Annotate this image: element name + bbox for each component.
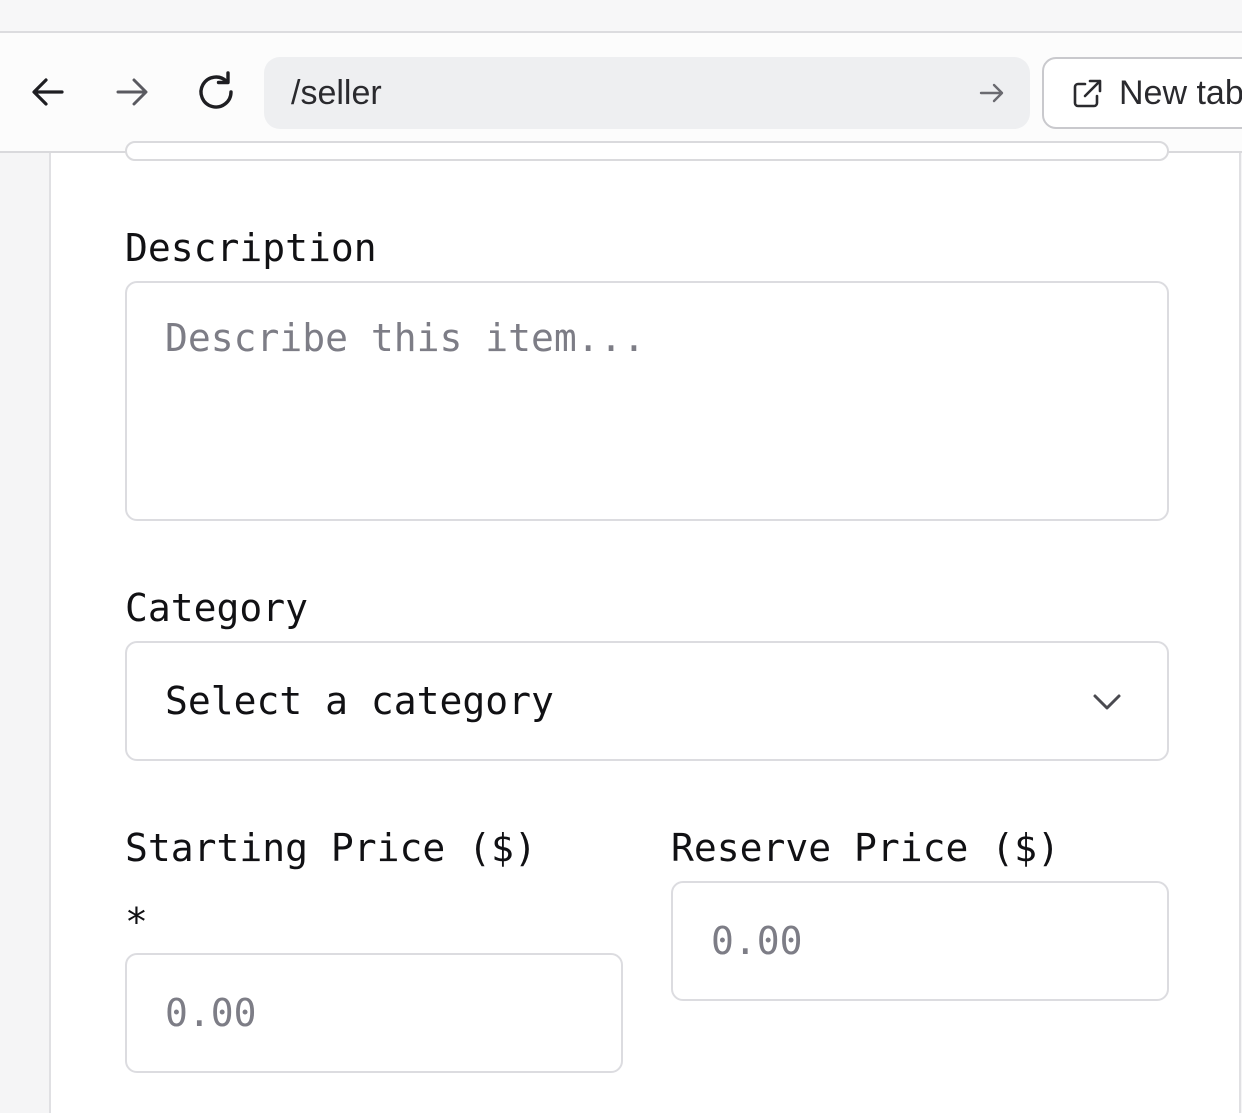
category-select[interactable]: Select a category [125, 641, 1169, 761]
back-button[interactable] [25, 69, 71, 115]
category-label: Category [125, 586, 309, 630]
new-tab-label: New tab [1119, 74, 1242, 112]
starting-price-input[interactable]: 0.00 [125, 953, 623, 1073]
go-button[interactable] [976, 77, 1008, 109]
description-placeholder: Describe this item... [165, 316, 646, 360]
external-link-icon [1073, 79, 1102, 108]
arrow-right-icon [979, 83, 1004, 103]
description-label: Description [125, 226, 377, 270]
reserve-price-label: Reserve Price ($) [671, 826, 1060, 870]
open-in-new-tab-button[interactable]: New tab [1042, 57, 1242, 129]
starting-price-placeholder: 0.00 [165, 991, 257, 1035]
starting-price-label: Starting Price ($) [125, 826, 537, 870]
reserve-price-input[interactable]: 0.00 [671, 881, 1169, 1001]
category-selected-value: Select a category [165, 679, 554, 723]
address-bar[interactable]: /seller [264, 57, 1030, 129]
description-textarea[interactable]: Describe this item... [125, 281, 1169, 521]
window-top-strip [0, 0, 1242, 33]
arrow-right-icon [116, 78, 148, 106]
reload-icon [199, 71, 233, 109]
address-bar-url: /seller [291, 74, 382, 112]
forward-button[interactable] [109, 69, 155, 115]
reload-button[interactable] [193, 69, 239, 115]
required-marker: * [125, 900, 148, 944]
chevron-down-icon [1093, 694, 1121, 710]
previous-field[interactable] [125, 141, 1169, 161]
browser-toolbar: /seller New tab [0, 33, 1242, 153]
arrow-left-icon [32, 78, 64, 106]
reserve-price-placeholder: 0.00 [711, 919, 803, 963]
listing-form-card: Description Describe this item... Catego… [49, 141, 1241, 1113]
